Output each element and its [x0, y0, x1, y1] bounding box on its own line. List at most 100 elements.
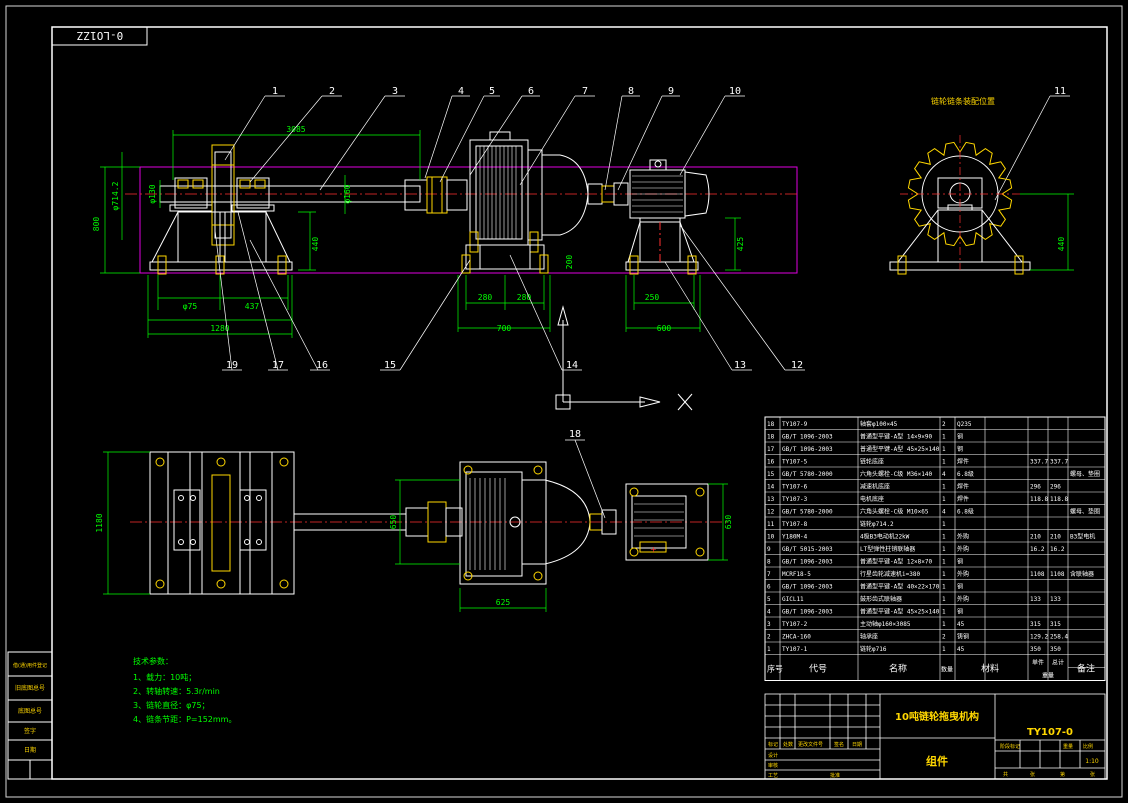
dim-height-left: 800 [92, 217, 101, 232]
bom-cell: TY107-8 [782, 521, 808, 528]
tech-note-3: 3、链轮直径：φ75； [133, 700, 210, 710]
bom-cell: Y180M-4 [782, 534, 808, 541]
code-tag: 0-LO1ZZ [76, 29, 123, 42]
bom-cell: 1 [942, 534, 946, 541]
bom-cell: 1 [942, 459, 946, 466]
callout-18: 18 [569, 429, 581, 440]
bom-cell: TY107-9 [782, 421, 808, 428]
tb-role-1: 审核 [768, 762, 778, 769]
tb-stage-0: 阶段标记 [1000, 743, 1020, 750]
bom-header: 总计 [1052, 659, 1064, 667]
callout-numbers: 1 2 3 4 5 6 7 8 9 10 11 12 13 14 15 16 1… [226, 86, 1066, 440]
bom-cell: 主动轴φ160×3085 [860, 620, 911, 628]
bom-cell: GB/T 5015-2003 [782, 546, 833, 553]
bom-cell: 258.4 [1050, 634, 1068, 641]
dim-440a: 440 [311, 237, 320, 252]
dim-425: 425 [736, 237, 745, 252]
bom-cell: 轴套φ100×45 [860, 420, 898, 428]
scale-value: 1:10 [1085, 758, 1099, 765]
callout-6: 6 [528, 86, 534, 97]
dim-250: 250 [645, 293, 660, 302]
side-view: 链轮链条装配位置 440 [889, 96, 1074, 275]
bearing-block-right [231, 177, 275, 212]
bom-cell: 普通型平键-A型 45×25×140 [860, 608, 940, 616]
bom-cell: 1108 [1050, 571, 1065, 578]
bom-cell: 296 [1050, 484, 1061, 491]
bom-cell: 315 [1030, 621, 1041, 628]
callout-15: 15 [384, 360, 396, 371]
bom-cell: 6.8级 [957, 470, 974, 478]
callout-7: 7 [582, 86, 588, 97]
bom-cell: 1 [942, 571, 946, 578]
bom-cell: 6 [767, 584, 771, 591]
bom-cell: LT型弹性柱销联轴器 [860, 545, 915, 553]
bom-header: 材料 [981, 663, 999, 675]
callout-3: 3 [392, 86, 398, 97]
bom-cell: 296 [1030, 484, 1041, 491]
left-strip-label-4: 日期 [24, 746, 36, 754]
bom-cell: TY107-6 [782, 484, 808, 491]
bom-cell: 钢 [957, 608, 963, 616]
bom-cell: 链轮φ716 [860, 645, 887, 653]
sprocket-base-front [149, 211, 293, 275]
bom-cell: 118.8 [1030, 496, 1048, 503]
bom-cell: TY107-5 [782, 459, 808, 466]
reducer-base-front [461, 244, 549, 274]
bom-cell: 45 [957, 621, 965, 628]
bom-cell: 螺母、垫圈 [1070, 470, 1100, 478]
bom-cell: 六角头螺栓-C级 M10×65 [860, 508, 929, 516]
dim-plan-1180: 1180 [95, 513, 104, 532]
bom-cell: MCRF18-5 [782, 571, 811, 578]
assembly-label: 组件 [926, 754, 948, 768]
callout-14: 14 [566, 360, 578, 371]
tech-note-2: 2、转轴转速：5.3r/min [133, 686, 220, 696]
bom-cell: 1 [942, 434, 946, 441]
bom-cell: 18 [767, 434, 775, 441]
bom-cell: 2 [942, 421, 946, 428]
front-view [125, 131, 800, 275]
bom-header: 数量 [941, 666, 953, 674]
bom-cell: 16.2 [1030, 546, 1045, 553]
tb-row-1: 处数 [783, 741, 793, 748]
left-strip-label-1: 旧底图总号 [15, 684, 45, 692]
motor-base-front [625, 221, 699, 275]
bom-cell: 16 [767, 459, 775, 466]
cad-drawing: 0-LO1ZZ 借(通)用件登记 旧底图总号 底图总号 签字 日期 3085 8… [5, 5, 1123, 798]
bom-cell: 4 [767, 609, 771, 616]
left-strip [7, 651, 53, 780]
bom-cell: 5 [767, 596, 771, 603]
dim-dia-left: φ714.2 [111, 181, 120, 210]
tb-stage-2: 比例 [1083, 743, 1093, 750]
bom-cell: 1 [942, 596, 946, 603]
bom-header: 代号 [809, 664, 827, 675]
bom-cell: 行星齿轮减速机i=380 [860, 570, 920, 578]
tech-notes-heading: 技术参数： [133, 656, 173, 666]
bom-cell: 1 [942, 446, 946, 453]
dim-plan-630: 630 [724, 515, 733, 530]
bom-cell: 外购 [957, 533, 969, 541]
bom-cell: 4 [942, 471, 946, 478]
bom-header: 备注 [1077, 663, 1095, 675]
bom-cell: 3 [767, 621, 771, 628]
left-strip-label-0: 借(通)用件登记 [13, 662, 47, 669]
callout-11: 11 [1054, 86, 1066, 97]
dim-span-top: 3085 [286, 125, 305, 134]
dim-d475: φ75 [183, 302, 198, 311]
ucs-icon [555, 305, 693, 411]
front-dim-text: 3085 800 φ714.2 440 425 φ160 φ130 φ75 43… [92, 125, 745, 333]
tb-role-0: 设计 [768, 752, 778, 759]
bom-cell: 15 [767, 471, 775, 478]
bom-cell: 1 [942, 546, 946, 553]
bom-cell: 含联轴器 [1070, 570, 1094, 578]
bom-cell: 轴承座 [860, 633, 878, 641]
bearing-block-left [169, 177, 213, 212]
bom-cell: 螺母、垫圈 [1070, 508, 1100, 516]
dim-437: 437 [245, 302, 260, 311]
bom-cell: 普通型平键-A型 12×8×70 [860, 558, 933, 566]
callout-2: 2 [329, 86, 335, 97]
callout-10: 10 [729, 86, 741, 97]
bom-cell: 9 [767, 546, 771, 553]
dim-600: 600 [657, 324, 672, 333]
bom-cell: 11 [767, 521, 775, 528]
bom-cell: 4极B3电动机22kW [860, 533, 910, 541]
